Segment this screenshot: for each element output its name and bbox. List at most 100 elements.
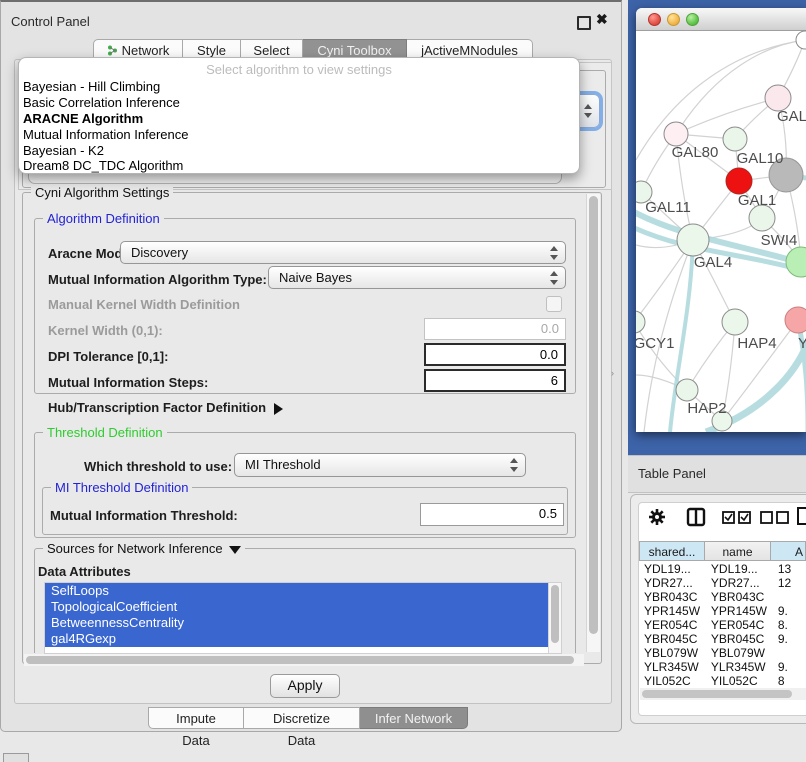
attributes-scroll-thumb[interactable]	[551, 585, 559, 643]
algorithm-option-highlighted[interactable]: ARACNE Algorithm	[23, 111, 573, 127]
cell-name[interactable]: YDL19...	[706, 562, 773, 576]
mi-threshold-input[interactable]: 0.5	[420, 503, 564, 526]
node-unlabeled[interactable]	[796, 31, 806, 49]
column-header-shared[interactable]: shared...	[639, 541, 705, 561]
table-row[interactable]: YLR345WYLR345W9.	[639, 660, 806, 674]
hide-columns-icon[interactable]	[760, 511, 790, 524]
show-checked-columns-icon[interactable]	[722, 511, 752, 524]
cell-shared[interactable]: YLR345W	[639, 660, 706, 674]
cell-name[interactable]: YPR145W	[706, 604, 773, 618]
cell-name[interactable]: YBL079W	[706, 646, 773, 660]
cell-shared[interactable]: YDL19...	[639, 562, 706, 576]
table-row[interactable]: YBR043CYBR043C	[639, 590, 806, 604]
column-header-partial[interactable]: A	[771, 541, 806, 561]
settings-vertical-scrollbar[interactable]	[586, 194, 600, 652]
table-row[interactable]: YDR27...YDR27...12	[639, 576, 806, 590]
cell-value[interactable]: 9.	[773, 660, 806, 674]
close-traffic-icon[interactable]	[648, 13, 661, 26]
aracne-mode-select[interactable]: Discovery	[120, 241, 566, 264]
gear-icon[interactable]	[648, 508, 666, 526]
column-header-name[interactable]: name	[705, 541, 771, 561]
page-icon[interactable]	[796, 506, 806, 526]
hub-definition-toggle[interactable]: Hub/Transcription Factor Definition	[48, 400, 283, 415]
cell-name[interactable]: YLR345W	[706, 660, 773, 674]
cell-shared[interactable]: YBL079W	[639, 646, 706, 660]
cell-shared[interactable]: YIL052C	[639, 674, 706, 688]
attribute-item[interactable]: SelfLoops	[45, 583, 561, 599]
table-row[interactable]: YDL19...YDL19...13	[639, 562, 806, 576]
splitter-handle[interactable]: ›	[611, 368, 616, 375]
threshold-definition-title: Threshold Definition	[43, 425, 167, 440]
tab-impute-data[interactable]: Impute Data	[148, 707, 244, 729]
cell-shared[interactable]: YBR045C	[639, 632, 706, 646]
table-hscroll-thumb[interactable]	[642, 690, 792, 698]
cell-name[interactable]: YER054C	[706, 618, 773, 632]
cell-name[interactable]: YBR045C	[706, 632, 773, 646]
network-nodes[interactable]	[636, 31, 806, 431]
node-gal1[interactable]	[726, 168, 752, 194]
cell-value[interactable]: 9.	[773, 632, 806, 646]
node-swi4[interactable]	[786, 247, 806, 277]
network-window[interactable]: GAL GAL80 GAL10 GAL1 GAL11 SWI4 GAL4 GCY…	[636, 8, 806, 432]
tab-infer-network[interactable]: Infer Network	[360, 707, 468, 729]
cell-value[interactable]: 9.	[773, 604, 806, 618]
table-row[interactable]: YER054CYER054C8.	[639, 618, 806, 632]
cell-value[interactable]: 8	[773, 674, 806, 688]
zoom-traffic-icon[interactable]	[686, 13, 699, 26]
network-window-titlebar[interactable]	[636, 8, 806, 31]
cell-value[interactable]: 12	[773, 576, 806, 590]
cell-name[interactable]: YIL052C	[706, 674, 773, 688]
settings-vscroll-thumb[interactable]	[589, 196, 598, 634]
table-horizontal-scrollbar[interactable]	[640, 688, 806, 700]
table-row[interactable]: YBR045CYBR045C9.	[639, 632, 806, 646]
kernel-width-input[interactable]: 0.0	[424, 318, 566, 340]
mi-type-select[interactable]: Naive Bayes	[268, 266, 566, 289]
float-window-icon[interactable]	[577, 16, 591, 30]
algorithm-option[interactable]: Mutual Information Inference	[23, 127, 573, 143]
node-gal80[interactable]	[664, 122, 688, 146]
mi-steps-input[interactable]: 6	[424, 369, 566, 392]
attributes-scrollbar[interactable]	[548, 583, 561, 653]
node-gal4[interactable]	[677, 224, 709, 256]
network-canvas[interactable]: GAL GAL80 GAL10 GAL1 GAL11 SWI4 GAL4 GCY…	[636, 30, 806, 432]
settings-hscroll-thumb[interactable]	[26, 656, 574, 664]
cell-value[interactable]	[773, 590, 806, 604]
node-gcy1[interactable]	[636, 311, 645, 333]
close-icon[interactable]: ✖	[596, 11, 608, 28]
algorithm-option[interactable]: Dream8 DC_TDC Algorithm	[23, 158, 573, 174]
node-hap2[interactable]	[676, 379, 698, 401]
dpi-tolerance-input[interactable]: 0.0	[424, 343, 566, 366]
sources-group-title[interactable]: Sources for Network Inference	[43, 541, 245, 556]
which-threshold-select[interactable]: MI Threshold	[234, 453, 526, 477]
cell-shared[interactable]: YBR043C	[639, 590, 706, 604]
cell-shared[interactable]: YER054C	[639, 618, 706, 632]
algorithm-option[interactable]: Bayesian - K2	[23, 143, 573, 159]
data-attributes-list[interactable]: SelfLoops TopologicalCoefficient Between…	[44, 582, 562, 654]
cell-value[interactable]	[773, 646, 806, 660]
node-hap4[interactable]	[722, 309, 748, 335]
attribute-item[interactable]: BetweennessCentrality	[45, 615, 561, 631]
node-gal10[interactable]	[723, 127, 747, 151]
algorithm-option[interactable]: Bayesian - Hill Climbing	[23, 79, 573, 95]
node-y-partial[interactable]	[785, 307, 806, 333]
node-table[interactable]: YDL19...YDL19...13 YDR27...YDR27...12 YB…	[639, 562, 806, 688]
attribute-item[interactable]: gal4RGexp	[45, 631, 561, 647]
apply-button[interactable]: Apply	[270, 674, 340, 698]
cell-name[interactable]: YDR27...	[706, 576, 773, 590]
table-row[interactable]: YPR145WYPR145W9.	[639, 604, 806, 618]
manual-kernel-checkbox[interactable]	[546, 296, 562, 312]
table-row[interactable]: YBL079WYBL079W	[639, 646, 806, 660]
table-row[interactable]: YIL052CYIL052C8	[639, 674, 806, 688]
settings-horizontal-scrollbar[interactable]	[24, 654, 584, 666]
cell-value[interactable]: 13	[773, 562, 806, 576]
tab-discretize-data[interactable]: Discretize Data	[244, 707, 360, 729]
minimize-traffic-icon[interactable]	[667, 13, 680, 26]
dock-panel-button[interactable]	[3, 753, 29, 762]
cell-name[interactable]: YBR043C	[706, 590, 773, 604]
attribute-item[interactable]: TopologicalCoefficient	[45, 599, 561, 615]
algorithm-option[interactable]: Basic Correlation Inference	[23, 95, 573, 111]
cell-value[interactable]: 8.	[773, 618, 806, 632]
cell-shared[interactable]: YDR27...	[639, 576, 706, 590]
cell-shared[interactable]: YPR145W	[639, 604, 706, 618]
columns-icon[interactable]	[686, 507, 706, 527]
